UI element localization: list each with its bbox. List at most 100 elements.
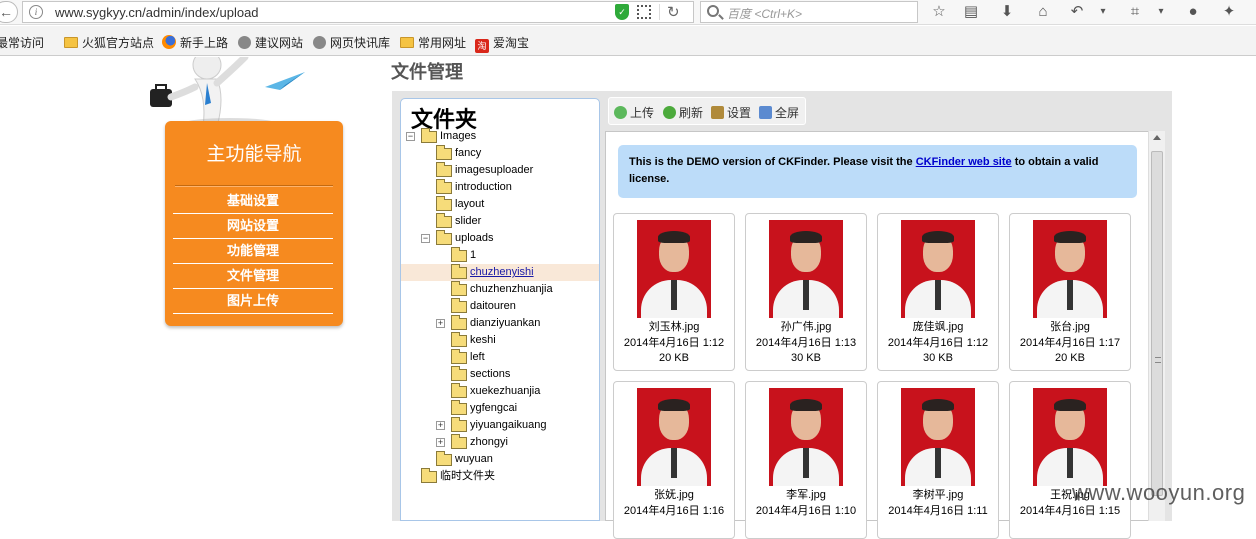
file-card[interactable]: 王祝.jpg 2014年4月16日 1:15 [1009, 381, 1131, 539]
undo-icon[interactable]: ↶ [1066, 1, 1088, 23]
file-thumbnail[interactable] [637, 388, 711, 486]
thumbnail-hair [922, 231, 954, 243]
reload-icon[interactable]: ↻ [667, 3, 680, 21]
folder-item[interactable]: introduction [401, 179, 599, 196]
folder-item[interactable]: wuyuan [401, 451, 599, 468]
search-bar[interactable]: 百度 <Ctrl+K> [700, 1, 918, 23]
shield-icon[interactable]: ✓ [615, 4, 629, 20]
folder-label: 临时文件夹 [440, 470, 495, 482]
folder-item[interactable]: ygfengcai [401, 400, 599, 417]
bookmark-most-visited[interactable]: 最常访问 [0, 34, 44, 51]
file-card[interactable]: 张台.jpg 2014年4月16日 1:17 20 KB [1009, 213, 1131, 371]
extension-icon[interactable]: ✦ [1218, 1, 1240, 23]
collapse-icon[interactable]: − [406, 132, 415, 141]
nav-item-site-settings[interactable]: 网站设置 [173, 214, 333, 239]
folder-item[interactable]: imagesuploader [401, 162, 599, 179]
nav-item-basic-settings[interactable]: 基础设置 [173, 189, 333, 214]
file-card[interactable]: 李军.jpg 2014年4月16日 1:10 [745, 381, 867, 539]
nav-item-function-management[interactable]: 功能管理 [173, 239, 333, 264]
expand-icon[interactable]: + [436, 319, 445, 328]
folder-item[interactable]: xuekezhuanjia [401, 383, 599, 400]
file-card[interactable]: 李树平.jpg 2014年4月16日 1:11 [877, 381, 999, 539]
folder-item[interactable]: keshi [401, 332, 599, 349]
thumbnail-tie [935, 448, 941, 478]
file-card[interactable]: 张妩.jpg 2014年4月16日 1:16 [613, 381, 735, 539]
url-bar[interactable]: i www.sygkyy.cn/admin/index/upload ✓ ↻ [22, 1, 694, 23]
file-thumbnail[interactable] [637, 220, 711, 318]
file-thumbnail[interactable] [769, 220, 843, 318]
download-icon[interactable]: ⬇ [996, 1, 1018, 23]
file-date: 2014年4月16日 1:13 [755, 337, 857, 349]
bookmark-suggested-sites[interactable]: 建议网站 [238, 34, 303, 51]
nav-item-image-upload[interactable]: 图片上传 [173, 289, 333, 314]
chevron-down-icon[interactable]: ▾ [1150, 1, 1172, 23]
folder-item[interactable]: + dianziyuankan [401, 315, 599, 332]
folder-icon [400, 37, 414, 48]
refresh-button[interactable]: 刷新 [663, 104, 703, 121]
file-name: 刘玉林.jpg [648, 321, 700, 333]
thumbnail-tie [803, 448, 809, 478]
file-thumbnail[interactable] [1033, 388, 1107, 486]
bookmark-common-sites[interactable]: 常用网址 [400, 34, 466, 51]
chevron-down-icon[interactable]: ▾ [1092, 1, 1114, 23]
file-card[interactable]: 刘玉林.jpg 2014年4月16日 1:12 20 KB [613, 213, 735, 371]
bookmark-web-slices[interactable]: 网页快讯库 [313, 34, 390, 51]
folder-item[interactable]: 1 [401, 247, 599, 264]
file-thumbnail[interactable] [769, 388, 843, 486]
collapse-icon[interactable]: − [421, 234, 430, 243]
folder-item[interactable]: 临时文件夹 [401, 468, 599, 485]
file-card[interactable]: 孙广伟.jpg 2014年4月16日 1:13 30 KB [745, 213, 867, 371]
url-text[interactable]: www.sygkyy.cn/admin/index/upload [55, 5, 259, 20]
folder-icon [436, 179, 452, 194]
settings-button[interactable]: 设置 [711, 104, 751, 121]
files-view: This is the DEMO version of CKFinder. Pl… [605, 131, 1165, 539]
folder-icon [421, 128, 437, 143]
folder-item[interactable]: daitouren [401, 298, 599, 315]
file-thumbnail[interactable] [1033, 220, 1107, 318]
bookmark-firefox-site[interactable]: 火狐官方站点 [64, 34, 154, 51]
file-card[interactable]: 庞佳飒.jpg 2014年4月16日 1:12 30 KB [877, 213, 999, 371]
bookmark-getting-started[interactable]: 新手上路 [162, 34, 228, 51]
expand-icon[interactable]: + [436, 421, 445, 430]
scrollbar[interactable] [1148, 131, 1165, 521]
folder-item[interactable]: − Images [401, 128, 599, 145]
folder-item[interactable]: + yiyuangaikuang [401, 417, 599, 434]
nav-item-file-management[interactable]: 文件管理 [173, 264, 333, 289]
folder-item[interactable]: chuzhenzhuanjia [401, 281, 599, 298]
scroll-up-arrow[interactable] [1153, 135, 1161, 140]
folder-item[interactable]: slider [401, 213, 599, 230]
search-input[interactable]: 百度 <Ctrl+K> [727, 5, 802, 22]
qrcode-icon[interactable] [637, 5, 651, 19]
chat-icon[interactable]: ● [1182, 1, 1204, 23]
upload-button[interactable]: 上传 [614, 104, 654, 121]
expand-icon[interactable]: + [436, 438, 445, 447]
folder-item[interactable]: + zhongyi [401, 434, 599, 451]
bookmark-aitaobao[interactable]: 淘爱淘宝 [475, 34, 529, 53]
fullscreen-button[interactable]: 全屏 [759, 104, 799, 121]
crop-icon[interactable]: ⌗ [1124, 1, 1146, 23]
folder-item[interactable]: − uploads [401, 230, 599, 247]
folder-item[interactable]: chuzhenyishi [401, 264, 599, 281]
grip-icon [1155, 357, 1161, 363]
folder-label: ygfengcai [470, 402, 518, 414]
folder-item[interactable]: sections [401, 366, 599, 383]
folder-label: zhongyi [470, 436, 508, 448]
home-icon[interactable]: ⌂ [1032, 1, 1054, 23]
ckfinder-website-link[interactable]: CKFinder web site [916, 156, 1012, 168]
folder-icon [451, 315, 467, 330]
thumbnail-tie [671, 280, 677, 310]
scroll-thumb[interactable] [1151, 151, 1163, 496]
folder-item[interactable]: left [401, 349, 599, 366]
info-icon[interactable]: i [29, 5, 43, 19]
folder-icon [451, 400, 467, 415]
main-nav-panel: 主功能导航 基础设置 网站设置 功能管理 文件管理 图片上传 [165, 121, 343, 326]
folder-label: uploads [455, 232, 494, 244]
file-thumbnail[interactable] [901, 388, 975, 486]
file-thumbnail[interactable] [901, 220, 975, 318]
back-button[interactable]: ← [0, 1, 18, 23]
folder-item[interactable]: layout [401, 196, 599, 213]
folder-item[interactable]: fancy [401, 145, 599, 162]
reading-list-icon[interactable]: ▤ [960, 1, 982, 23]
star-icon[interactable]: ☆ [928, 1, 950, 23]
folder-icon [451, 434, 467, 449]
